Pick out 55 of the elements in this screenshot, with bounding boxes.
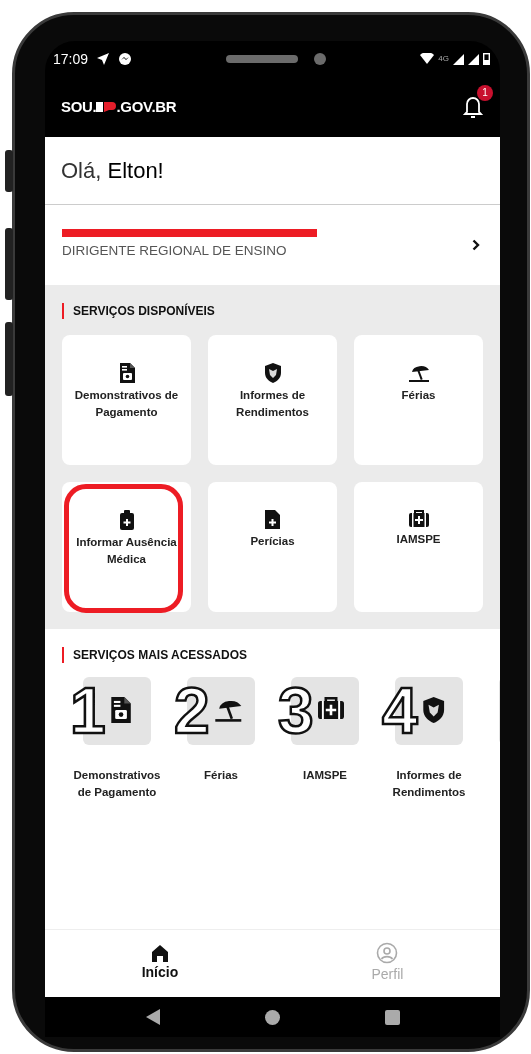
greeting-text: Olá, Elton! — [61, 157, 164, 185]
clipboard-plus-icon — [119, 510, 134, 530]
service-card[interactable]: Demonstrativos de Pagamento — [62, 335, 191, 465]
medical-kit-icon — [408, 510, 429, 527]
clock-time: 17:09 — [53, 49, 89, 69]
service-label: Informar Ausência Médica — [75, 535, 178, 567]
signal-icon — [468, 53, 479, 65]
rank-number: 4 — [382, 679, 418, 743]
state-logo-icon — [96, 101, 117, 113]
recent-apps-icon — [384, 1009, 400, 1025]
chat-bubble-icon — [118, 52, 133, 66]
shortcut-label[interactable]: Informes de Rendimentos — [380, 767, 478, 801]
signal-icon — [453, 53, 464, 65]
medical-kit-icon — [318, 697, 344, 720]
back-icon — [145, 1009, 160, 1025]
logo-text: SOU. — [61, 96, 97, 117]
wifi-icon — [420, 53, 435, 65]
service-label: Perícias — [250, 534, 295, 549]
person-icon — [376, 942, 399, 964]
document-banknote-icon — [110, 697, 131, 723]
chevron-right-icon — [472, 239, 480, 251]
rank-number: 1 — [70, 679, 106, 743]
section-heading: SERVIÇOS DISPONÍVEIS — [62, 303, 483, 319]
send-icon — [96, 52, 111, 66]
service-card[interactable]: Informar Ausência Médica — [62, 482, 191, 612]
battery-icon — [483, 53, 490, 65]
service-card[interactable]: Informes de Rendimentos — [208, 335, 337, 465]
lion-shield-icon — [422, 697, 446, 723]
profile-row[interactable]: DIRIGENTE REGIONAL DE ENSINO — [45, 205, 500, 285]
notification-badge: 1 — [477, 85, 493, 101]
role-text: DIRIGENTE REGIONAL DE ENSINO — [62, 241, 288, 260]
home-icon — [150, 944, 169, 962]
service-card[interactable]: Férias — [354, 335, 483, 465]
service-label: Informes de Rendimentos — [235, 388, 310, 420]
beach-umbrella-icon — [407, 363, 430, 383]
shortcut-label[interactable]: Demonstrativos de Pagamento — [68, 767, 166, 801]
nav-tab[interactable]: Início — [141, 944, 179, 983]
front-camera — [314, 53, 327, 65]
logo-text: .GOV.BR — [116, 96, 177, 117]
notification-bell-icon — [462, 94, 484, 120]
document-plus-icon — [265, 510, 280, 529]
service-card[interactable]: Perícias — [208, 482, 337, 612]
service-label: Demonstrativos de Pagamento — [73, 388, 180, 420]
shortcut-label[interactable]: IAMSPE — [302, 767, 348, 784]
service-label: Férias — [401, 388, 436, 403]
rank-number: 2 — [174, 679, 210, 743]
rank-number: 3 — [278, 679, 314, 743]
home-circle-icon — [264, 1009, 280, 1025]
shortcut-label[interactable]: Férias — [204, 767, 238, 784]
network-label: 4G — [438, 53, 449, 65]
service-label: IAMSPE — [396, 532, 441, 547]
section-heading: SERVIÇOS MAIS ACESSADOS — [62, 647, 483, 663]
service-card[interactable]: IAMSPE — [354, 482, 483, 612]
document-banknote-icon — [118, 363, 135, 383]
lion-shield-icon — [263, 363, 282, 383]
